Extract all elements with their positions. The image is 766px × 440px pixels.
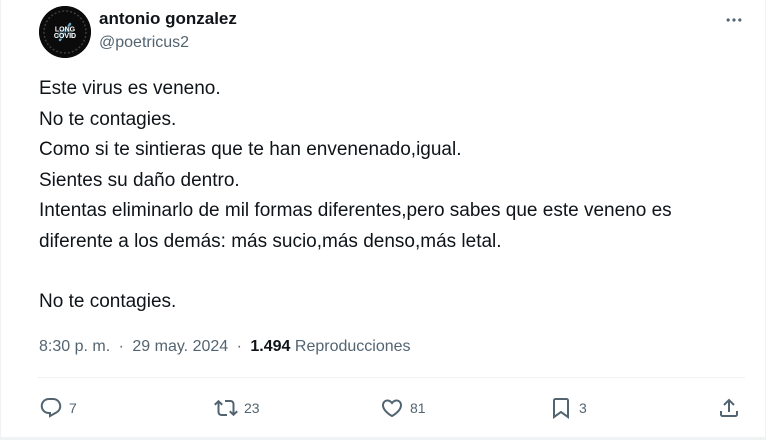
bookmark-button[interactable]: 3 bbox=[549, 390, 587, 426]
more-icon bbox=[726, 18, 742, 22]
meta-separator: · bbox=[118, 338, 124, 355]
retweet-icon bbox=[214, 399, 238, 417]
meta-separator: · bbox=[236, 338, 242, 355]
share-button[interactable] bbox=[717, 390, 741, 426]
action-bar: 7 23 81 3 bbox=[39, 390, 747, 426]
retweet-count: 23 bbox=[244, 400, 260, 416]
heart-icon bbox=[381, 399, 403, 418]
bookmark-icon bbox=[553, 398, 569, 419]
tweet-text: Este virus es veneno. No te contagies. C… bbox=[39, 74, 749, 318]
author-names: antonio gonzalez @poetricus2 bbox=[99, 8, 237, 54]
tweet-header: LONG COVID antonio gonzalez @poetricus2 bbox=[39, 4, 745, 60]
tweet-time[interactable]: 8:30 p. m. bbox=[39, 338, 110, 355]
author-display-name[interactable]: antonio gonzalez bbox=[99, 8, 237, 30]
tweet-line: Este virus es veneno. bbox=[39, 78, 221, 99]
reply-icon bbox=[40, 398, 62, 418]
divider bbox=[37, 377, 745, 378]
tweet-card: LONG COVID antonio gonzalez @poetricus2 … bbox=[0, 0, 766, 440]
tweet-line: No te contagies. bbox=[39, 108, 177, 130]
more-options-button[interactable] bbox=[723, 10, 745, 30]
reply-count: 7 bbox=[69, 400, 77, 416]
avatar[interactable]: LONG COVID bbox=[39, 6, 91, 58]
long-covid-badge-icon: LONG COVID bbox=[39, 6, 91, 58]
tweet-line: Intentas eliminarlo de mil formas difere… bbox=[39, 200, 672, 221]
like-button[interactable]: 81 bbox=[380, 390, 426, 426]
tweet-closing-line: No te contagies. bbox=[39, 291, 177, 312]
author-handle[interactable]: @poetricus2 bbox=[99, 32, 237, 54]
avatar-text-line2: COVID bbox=[54, 33, 76, 40]
views-count: 1.494 bbox=[250, 338, 291, 355]
reply-button[interactable]: 7 bbox=[39, 390, 77, 426]
tweet-line: Como si te sintieras que te han envenena… bbox=[39, 139, 462, 160]
retweet-button[interactable]: 23 bbox=[214, 390, 260, 426]
views-label: Reproducciones bbox=[294, 338, 411, 355]
bookmark-count: 3 bbox=[579, 400, 587, 416]
tweet-meta: 8:30 p. m. · 29 may. 2024 · 1.494 Reprod… bbox=[39, 336, 411, 358]
like-count: 81 bbox=[410, 400, 426, 416]
tweet-line: diferente a los demás: más sucio,más den… bbox=[39, 230, 502, 252]
share-icon bbox=[720, 398, 738, 417]
tweet-line: Sientes su daño dentro. bbox=[39, 169, 240, 191]
tweet-date[interactable]: 29 may. 2024 bbox=[132, 338, 228, 355]
